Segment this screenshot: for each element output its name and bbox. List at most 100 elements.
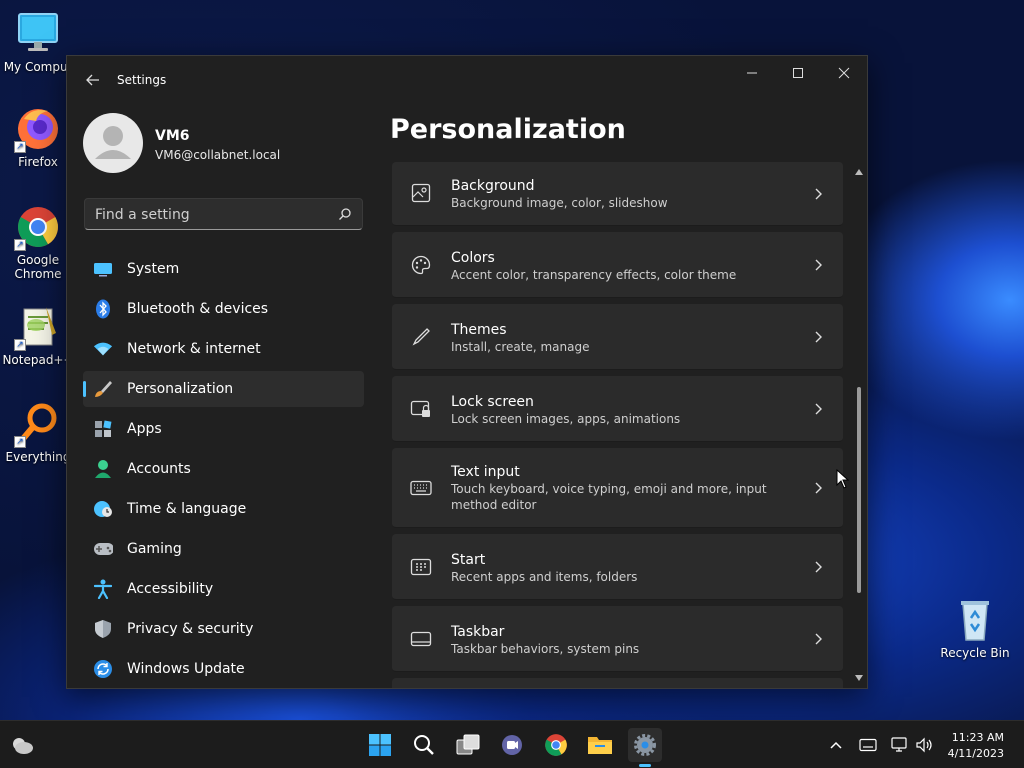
card-title: Background [451, 178, 535, 194]
gamepad-icon [93, 539, 113, 559]
profile-name: VM6 [155, 128, 190, 144]
clock[interactable]: 11:23 AM 4/11/2023 [948, 730, 1004, 762]
scroll-down-icon [855, 675, 863, 681]
card-themes[interactable]: Themes Install, create, manage [392, 304, 843, 370]
avatar [83, 113, 143, 173]
sidebar-item-label: System [127, 261, 180, 277]
card-taskbar[interactable]: Taskbar Taskbar behaviors, system pins [392, 606, 843, 672]
desktop-icon-notepadpp[interactable]: ↗ Notepad++ [2, 303, 74, 367]
desktop-icon-label: Recycle Bin [940, 646, 1010, 660]
file-explorer-button[interactable] [584, 729, 616, 761]
sidebar-item-label: Privacy & security [127, 621, 254, 637]
card-subtitle: Lock screen images, apps, animations [451, 412, 681, 426]
card-title: Start [451, 552, 486, 568]
card-next-partial[interactable] [392, 678, 843, 688]
minimize-icon [747, 72, 757, 74]
recycle-bin-icon [951, 596, 999, 644]
shortcut-arrow-icon: ↗ [14, 141, 26, 153]
search-input[interactable]: Find a setting [84, 198, 363, 230]
scroll-thumb [857, 387, 861, 593]
user-avatar-icon [95, 126, 131, 159]
desktop-icon-label: My Comput [3, 60, 73, 74]
card-subtitle: Recent apps and items, folders [451, 570, 638, 584]
network-icon [891, 737, 907, 752]
sidebar-item-apps[interactable]: Apps [83, 411, 364, 447]
update-icon [93, 659, 113, 679]
desktop-icon-recycle-bin[interactable]: Recycle Bin [939, 596, 1011, 660]
sidebar-item-personalization[interactable]: Personalization [83, 371, 364, 407]
shortcut-arrow-icon: ↗ [14, 436, 26, 448]
firefox-icon: ↗ [14, 105, 62, 153]
globe-clock-icon [93, 499, 113, 519]
teams-chat-button[interactable] [496, 729, 528, 761]
desktop-icon-label: Notepad++ [2, 353, 74, 367]
sidebar-item-label: Time & language [127, 501, 247, 517]
wifi-icon [93, 339, 113, 359]
card-title: Lock screen [451, 394, 534, 410]
maximize-button[interactable] [775, 56, 821, 90]
card-title: Taskbar [451, 624, 505, 640]
sidebar-item-system[interactable]: System [83, 251, 364, 287]
notepadpp-icon: ↗ [14, 303, 62, 351]
shortcut-arrow-icon: ↗ [14, 339, 26, 351]
start-icon [410, 556, 432, 578]
card-start[interactable]: Start Recent apps and items, folders [392, 534, 843, 600]
taskbar-chrome-button[interactable] [540, 729, 572, 761]
keyboard-icon [410, 477, 432, 499]
search-icon [339, 208, 351, 220]
desktop-icon-label: Everything [5, 450, 71, 464]
chevron-right-icon [815, 188, 822, 200]
clock-time: 11:23 AM [951, 731, 1004, 744]
settings-cards: Background Background image, color, slid… [392, 162, 843, 688]
person-icon [93, 459, 113, 479]
desktop-icon-everything[interactable]: ↗ Everything [2, 400, 74, 464]
taskbar-search-button[interactable] [408, 729, 440, 761]
sidebar-item-label: Bluetooth & devices [127, 301, 269, 317]
show-hidden-icons-button[interactable] [820, 729, 852, 761]
settings-taskbar-button[interactable] [628, 728, 662, 762]
card-colors[interactable]: Colors Accent color, transparency effect… [392, 232, 843, 298]
title-bar[interactable]: Settings [67, 56, 867, 104]
desktop-icon-firefox[interactable]: ↗ Firefox [2, 105, 74, 169]
mouse-cursor-icon [836, 469, 850, 489]
volume-icon [916, 737, 932, 753]
start-button[interactable] [364, 729, 396, 761]
card-subtitle: Install, create, manage [451, 340, 590, 354]
sidebar-item-accessibility[interactable]: Accessibility [83, 571, 364, 607]
sidebar-item-windows-update[interactable]: Windows Update [83, 651, 364, 687]
card-subtitle: Taskbar behaviors, system pins [451, 642, 640, 656]
sidebar-item-label: Apps [127, 421, 162, 437]
volume-button[interactable] [909, 729, 941, 761]
card-text-input[interactable]: Text input Touch keyboard, voice typing,… [392, 448, 843, 528]
card-background[interactable]: Background Background image, color, slid… [392, 162, 843, 226]
sidebar-item-accounts[interactable]: Accounts [83, 451, 364, 487]
user-profile[interactable]: VM6 VM6@collabnet.local [83, 113, 373, 175]
back-button[interactable] [83, 70, 103, 90]
sidebar-item-label: Personalization [127, 381, 234, 397]
desktop-icon-label: Firefox [18, 155, 58, 169]
pen-icon [410, 326, 432, 348]
sidebar-item-privacy[interactable]: Privacy & security [83, 611, 364, 647]
weather-widget-button[interactable] [6, 729, 38, 761]
monitor-icon [93, 259, 113, 279]
gear-icon [634, 734, 656, 756]
weather-cloud-icon [13, 738, 33, 754]
settings-window: Settings VM6 VM6@collabnet.local Find a … [66, 55, 868, 689]
sidebar-item-network[interactable]: Network & internet [83, 331, 364, 367]
vertical-scrollbar[interactable] [854, 162, 864, 688]
sidebar-item-gaming[interactable]: Gaming [83, 531, 364, 567]
minimize-button[interactable] [729, 56, 775, 90]
desktop-icon-chrome[interactable]: ↗ Google Chrome [2, 203, 74, 281]
sidebar-item-bluetooth[interactable]: Bluetooth & devices [83, 291, 364, 327]
desktop-icon-my-computer[interactable]: My Comput [2, 10, 74, 74]
chat-icon [502, 735, 522, 755]
page-title: Personalization [390, 114, 626, 145]
shield-icon [93, 619, 113, 639]
clock-date: 4/11/2023 [947, 747, 1004, 760]
close-button[interactable] [821, 56, 867, 90]
keyboard-language-button[interactable] [852, 729, 884, 761]
sidebar-item-time-language[interactable]: Time & language [83, 491, 364, 527]
everything-search-icon: ↗ [14, 400, 62, 448]
card-lock-screen[interactable]: Lock screen Lock screen images, apps, an… [392, 376, 843, 442]
task-view-button[interactable] [452, 729, 484, 761]
